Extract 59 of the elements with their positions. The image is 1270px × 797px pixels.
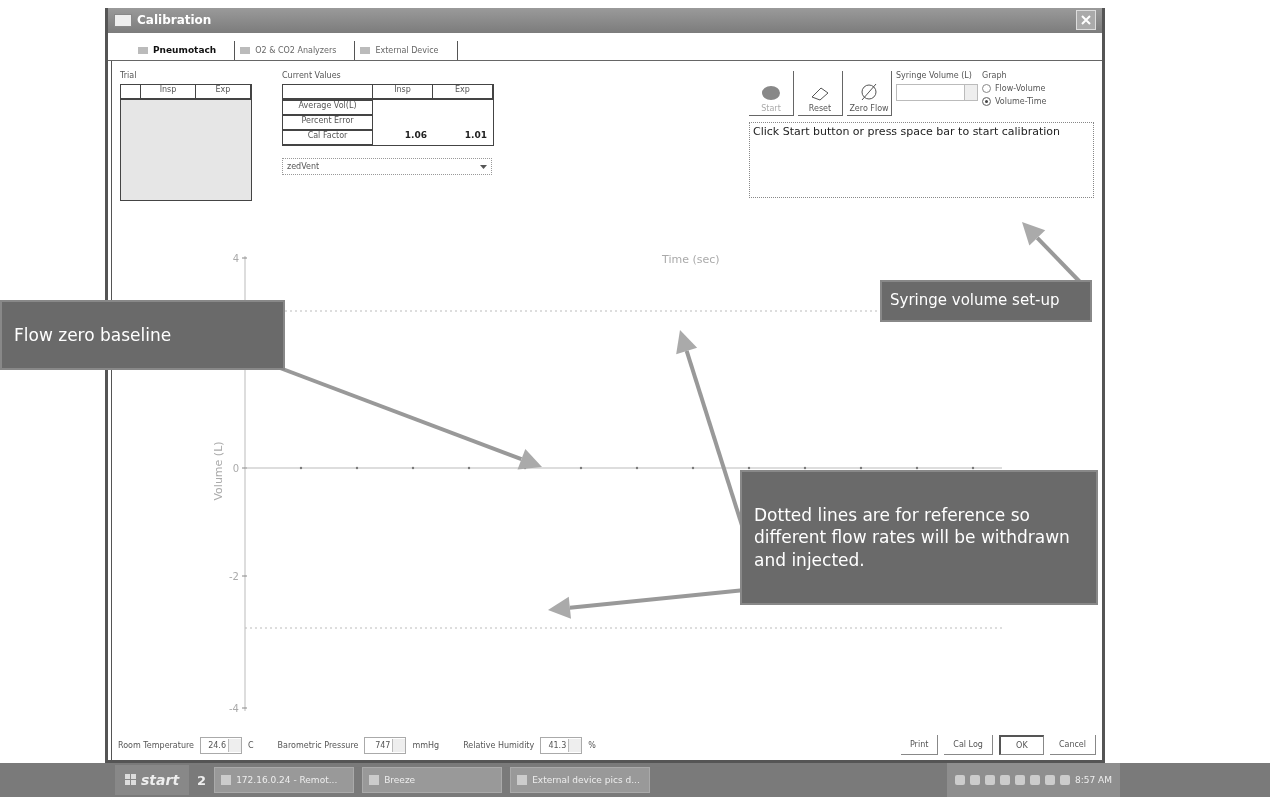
radio-button[interactable] bbox=[982, 84, 991, 93]
number-field[interactable]: 747 bbox=[364, 736, 407, 754]
slashed-circle-icon bbox=[859, 83, 879, 101]
field-label: Syringe Volume (L) bbox=[896, 71, 973, 80]
callout: Dotted lines are for reference so different flow rates will be withdrawn and injected. bbox=[740, 470, 1098, 605]
app-icon bbox=[221, 775, 232, 785]
group-label: Trial bbox=[120, 71, 138, 80]
axis-label: Volume (L) bbox=[212, 441, 225, 501]
callout: Flow zero baseline bbox=[0, 300, 285, 370]
number-field[interactable]: 24.6 bbox=[200, 736, 242, 754]
window-title: Calibration bbox=[137, 13, 212, 28]
close-icon bbox=[1081, 15, 1091, 26]
table-cell-text: 1.06 bbox=[403, 130, 428, 142]
tick-label: -4 bbox=[229, 703, 239, 714]
row-header: Average Vol(L) bbox=[283, 100, 373, 115]
dropdown[interactable]: zedVent bbox=[282, 158, 492, 175]
quick-launch-label: 2 bbox=[197, 772, 207, 788]
number-field[interactable]: 41.3 bbox=[540, 736, 583, 754]
tab-icon bbox=[359, 45, 372, 55]
radio-label: Volume-Time bbox=[995, 97, 1047, 106]
column-header: Insp bbox=[373, 85, 433, 100]
windows-icon bbox=[125, 774, 137, 786]
radio-button[interactable] bbox=[982, 97, 991, 106]
field-label: Room Temperature bbox=[118, 740, 194, 750]
circle-icon bbox=[761, 85, 781, 101]
radio-label: Flow-Volume bbox=[995, 84, 1046, 93]
group-label: Current Values bbox=[282, 71, 342, 80]
app-icon bbox=[369, 775, 380, 785]
tab-icon bbox=[239, 45, 252, 55]
dialog-button[interactable]: Cancel bbox=[1049, 735, 1096, 755]
dialog-button[interactable]: Cal Log bbox=[944, 735, 993, 755]
group-label: Graph bbox=[982, 71, 1008, 80]
dialog-button[interactable]: Print bbox=[900, 735, 939, 755]
callout: Syringe volume set-up bbox=[880, 280, 1092, 322]
tab-icon bbox=[137, 45, 149, 55]
unit-label: % bbox=[588, 740, 596, 750]
zero-button[interactable]: Zero Flow bbox=[847, 71, 892, 116]
tick-label: 0 bbox=[232, 463, 239, 474]
field-label: Relative Humidity bbox=[463, 740, 535, 750]
reset-button[interactable]: Reset bbox=[798, 71, 843, 116]
close-button[interactable] bbox=[1076, 10, 1096, 31]
dialog-button[interactable]: OK bbox=[998, 735, 1044, 755]
table-cell-text: 1.01 bbox=[463, 130, 488, 142]
row-header: Percent Error bbox=[283, 115, 373, 130]
tick-label: 4 bbox=[232, 253, 239, 264]
tick-label: -2 bbox=[229, 571, 239, 582]
chart-title: Time (sec) bbox=[662, 253, 720, 266]
message-box: Click Start button or press space bar to start calibration bbox=[749, 122, 1094, 198]
unit-label: C bbox=[248, 740, 254, 750]
window-icon bbox=[114, 13, 132, 27]
app-icon bbox=[517, 775, 528, 785]
column-header: Exp bbox=[433, 85, 493, 100]
syringe-volume-field[interactable] bbox=[896, 84, 978, 101]
unit-label: mmHg bbox=[412, 740, 440, 750]
caret-icon bbox=[480, 164, 487, 169]
eraser-icon bbox=[810, 85, 830, 101]
row-header: Cal Factor bbox=[283, 130, 373, 145]
clock: 8:57 AM bbox=[1075, 775, 1112, 785]
field-label: Barometric Pressure bbox=[277, 740, 359, 750]
